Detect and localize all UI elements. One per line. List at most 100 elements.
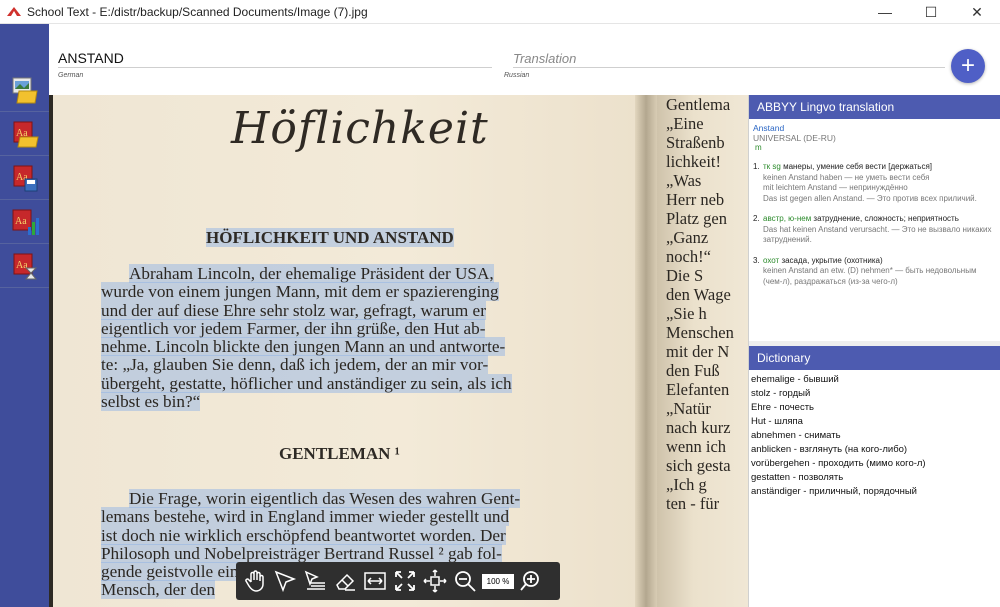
text-line: „Ich g: [666, 475, 707, 494]
text-line: den Fuß: [666, 361, 720, 380]
text-line: Gentlema: [666, 95, 731, 114]
sidebar: Aa Aa Aa Aa: [0, 24, 49, 607]
save-dictionary-icon: Aa: [13, 165, 37, 191]
document-heading-2: GENTLEMAN ¹: [279, 444, 400, 463]
sense-number: 3.: [753, 255, 760, 265]
app-logo-icon: [7, 6, 21, 16]
text-line: Philosoph und Nobelpreisträger Bertrand …: [101, 543, 502, 563]
hand-tool-icon: [245, 570, 264, 592]
right-page-text: Gentlema „Eine Straßenb lichkeit! „Was H…: [666, 95, 734, 513]
list-item[interactable]: Ehre - почесть: [751, 401, 926, 415]
target-language-label: Russian: [504, 72, 530, 79]
list-item[interactable]: stolz - гордый: [751, 387, 926, 401]
sense-meaning: затруднение, сложность; неприятность: [811, 214, 959, 223]
sense-example: keinen Anstand an etw. (D) nehmen* — быт…: [763, 266, 977, 286]
translation-panel: ABBYY Lingvo translation Anstand UNIVERS…: [748, 95, 1000, 607]
text-line: übergeht, gestatte, höflicher und anstän…: [101, 373, 512, 393]
text-line: Straßenb: [666, 133, 725, 152]
translation-field[interactable]: Translation: [513, 46, 945, 68]
eraser-icon: [336, 573, 355, 591]
text-line: „Sie h: [666, 304, 707, 323]
maximize-button[interactable]: ☐: [908, 0, 954, 24]
sense-example: keinen Anstand haben — не уметь вести се…: [763, 172, 930, 182]
text-line: selbst es bin?“: [101, 392, 201, 412]
text-line: nach kurz: [666, 418, 731, 437]
lingvo-headword[interactable]: Anstand: [753, 123, 996, 133]
sidebar-statistics-button[interactable]: Aa: [0, 200, 49, 244]
text-line: lichkeit!: [666, 152, 721, 171]
lingvo-dictionary-name: UNIVERSAL (DE-RU): [753, 133, 836, 143]
lingvo-content: Anstand UNIVERSAL (DE-RU) m 1. тк sg ман…: [749, 119, 1000, 287]
sense-example: mit leichtem Anstand — непринуждённо: [763, 183, 908, 192]
select-arrow-button[interactable]: [270, 566, 300, 596]
sidebar-open-image-button[interactable]: [0, 68, 49, 112]
paragraph-1[interactable]: Abraham Lincoln, der ehemalige Präsident…: [101, 264, 512, 412]
add-word-button[interactable]: +: [951, 49, 985, 83]
sense-tag: австр, ю-нем: [763, 214, 812, 223]
document-gutter: [635, 95, 657, 607]
fit-all-icon: [423, 569, 447, 593]
text-line: Platz gen: [666, 209, 727, 228]
list-item[interactable]: anständiger - приличный, порядочный: [751, 485, 926, 499]
zoom-level-display[interactable]: 100 %: [482, 573, 514, 589]
fit-page-icon: [395, 571, 415, 591]
statistics-icon: Aa: [12, 209, 39, 235]
source-language-label: German: [58, 72, 84, 79]
text-line: Die Frage, worin eigentlich das Wesen de…: [129, 489, 521, 508]
source-word-field[interactable]: ANSTAND: [58, 46, 492, 68]
zoom-in-button[interactable]: [516, 566, 546, 596]
document-title: Höflichkeit: [231, 103, 489, 154]
text-line: „Was: [666, 171, 702, 190]
svg-text:Aa: Aa: [15, 216, 27, 227]
scanned-document-view[interactable]: Höflichkeit HÖFLICHKEIT UND ANSTAND Abra…: [49, 95, 748, 607]
list-item[interactable]: ehemalige - бывший: [751, 373, 926, 387]
text-line: Elefanten: [666, 380, 730, 399]
lingvo-sense: 1. тк sg манеры, умение себя вести [держ…: [753, 162, 996, 204]
fit-all-button[interactable]: [420, 566, 450, 596]
text-select-button[interactable]: [300, 566, 330, 596]
text-line: mit der N: [666, 342, 730, 361]
list-item[interactable]: gestatten - позволять: [751, 471, 926, 485]
heading-1-text: HÖFLICHKEIT UND ANSTAND: [206, 228, 454, 247]
list-item[interactable]: abnehmen - снимать: [751, 429, 926, 443]
list-item[interactable]: anblicken - взглянуть (на кого-либо): [751, 443, 926, 457]
list-item[interactable]: vorübergehen - проходить (мимо кого-л): [751, 457, 926, 471]
sidebar-dictionary-timer-button[interactable]: Aa: [0, 244, 49, 288]
sense-number: 1.: [753, 162, 760, 171]
zoom-out-button[interactable]: [450, 566, 480, 596]
text-line: Menschen: [666, 323, 734, 342]
text-line: lemans bestehe, wird in England immer wi…: [101, 507, 510, 527]
sidebar-open-dictionary-button[interactable]: Aa: [0, 112, 49, 156]
text-line: wenn ich: [666, 437, 727, 456]
open-dictionary-icon: Aa: [13, 121, 39, 147]
sense-tag: тк sg: [763, 162, 781, 171]
text-line: noch!“: [666, 247, 711, 266]
fit-width-button[interactable]: [360, 566, 390, 596]
zoom-out-icon: [455, 571, 476, 592]
sense-example: Das hat keinen Anstand verursacht. — Это…: [763, 224, 992, 245]
view-toolbar: 100 %: [236, 562, 560, 600]
lingvo-part-of-speech: m: [755, 143, 762, 152]
dictionary-timer-icon: Aa: [13, 253, 37, 279]
text-line: eigentlich vor jedem Farmer, der ihn grü…: [101, 318, 486, 338]
word-header: ANSTAND German Translation Russian +: [49, 24, 1000, 95]
dictionary-list: ehemalige - бывший stolz - гордый Ehre -…: [751, 373, 926, 499]
sidebar-save-dictionary-button[interactable]: Aa: [0, 156, 49, 200]
select-arrow-icon: [274, 570, 297, 593]
sense-tag: охот: [763, 255, 780, 265]
text-line: ist doch nie wirklich erschöpfend beantw…: [101, 525, 506, 545]
close-button[interactable]: ✕: [954, 0, 1000, 24]
document-heading-1[interactable]: HÖFLICHKEIT UND ANSTAND: [206, 228, 454, 248]
list-item[interactable]: Hut - шляпа: [751, 415, 926, 429]
fit-page-button[interactable]: [390, 566, 420, 596]
hand-tool-button[interactable]: [240, 566, 270, 596]
lingvo-header: ABBYY Lingvo translation: [749, 95, 1000, 119]
text-line: „Natür: [666, 399, 711, 418]
text-select-icon: [304, 570, 325, 590]
text-line: nehme. Lincoln blickte den jungen Mann a…: [101, 337, 506, 357]
eraser-button[interactable]: [330, 566, 360, 596]
lingvo-sense: 3. охот засада, укрытие (охотника) keine…: [753, 256, 996, 288]
minimize-button[interactable]: —: [862, 0, 908, 24]
text-line: wurde von einem jungen Mann, mit dem er …: [101, 282, 499, 302]
sense-number: 2.: [753, 214, 760, 223]
